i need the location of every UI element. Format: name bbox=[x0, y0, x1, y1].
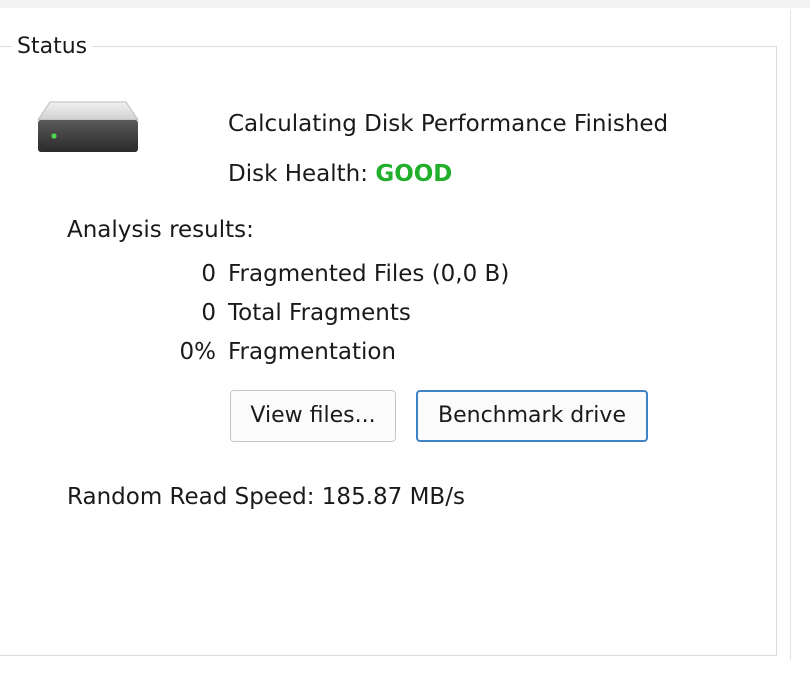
disk-health: Disk Health: GOOD bbox=[228, 160, 452, 188]
hard-drive-icon bbox=[37, 101, 139, 152]
view-files-button[interactable]: View files... bbox=[230, 390, 396, 442]
random-read-speed: Random Read Speed: 185.87 MB/s bbox=[67, 484, 465, 510]
total-fragments-count: 0 bbox=[201, 300, 216, 326]
fragmentation-label: Fragmentation bbox=[228, 339, 397, 365]
right-separator bbox=[790, 10, 791, 660]
benchmark-drive-button[interactable]: Benchmark drive bbox=[416, 390, 648, 442]
status-panel: Status Calculating Disk Performance Fini… bbox=[0, 0, 810, 690]
disk-health-value: GOOD bbox=[375, 161, 453, 187]
fragmentation-percent: 0% bbox=[179, 339, 217, 365]
fragmented-files-label: Fragmented Files (0,0 B) bbox=[228, 261, 510, 287]
fragmented-files-count: 0 bbox=[201, 261, 216, 287]
performance-status-text: Calculating Disk Performance Finished bbox=[228, 111, 669, 137]
disk-health-label: Disk Health: bbox=[228, 161, 368, 187]
status-group-title: Status bbox=[12, 34, 93, 60]
analysis-results-label: Analysis results: bbox=[67, 217, 254, 243]
top-border bbox=[0, 0, 810, 8]
total-fragments-label: Total Fragments bbox=[228, 300, 411, 326]
